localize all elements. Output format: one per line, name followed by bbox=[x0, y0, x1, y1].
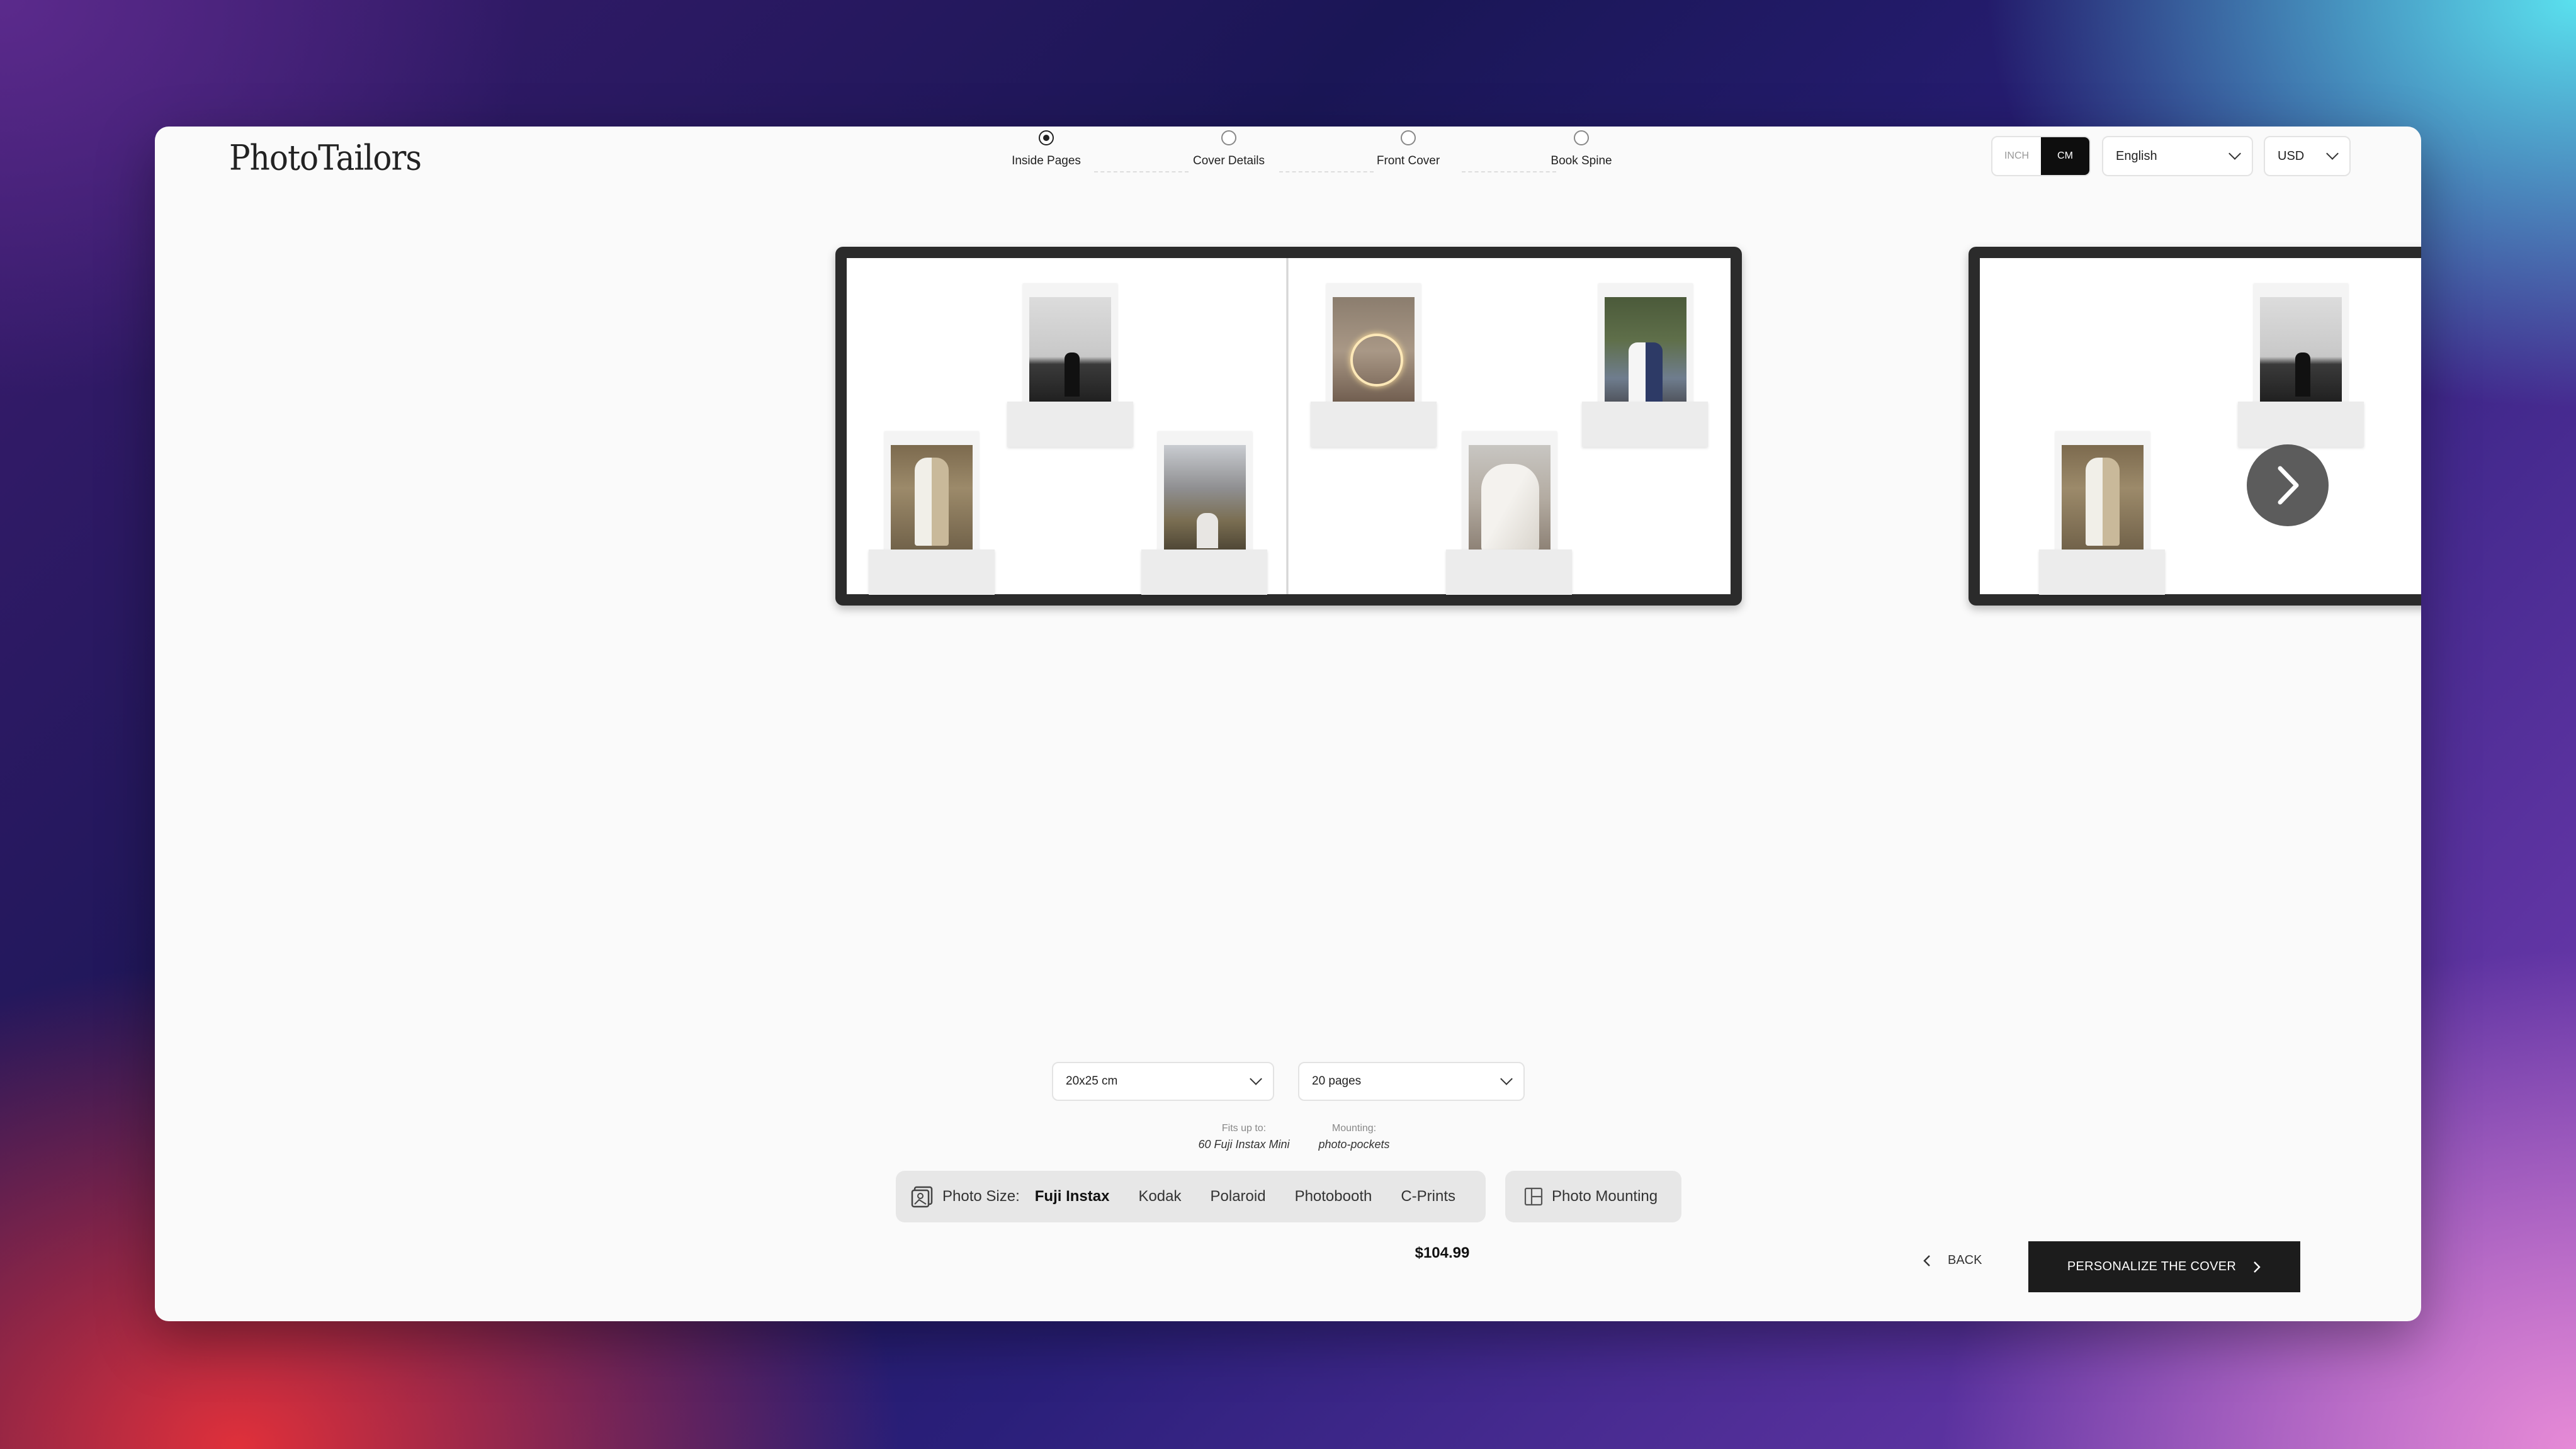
photo-pocket bbox=[1446, 550, 1572, 595]
photo-size-option-kodak[interactable]: Kodak bbox=[1138, 1188, 1181, 1205]
photo-size-label: Photo Size: bbox=[942, 1188, 1020, 1205]
photo-image bbox=[2062, 445, 2144, 553]
mounting-label: Mounting: bbox=[1331, 1123, 1377, 1134]
language-select[interactable]: English bbox=[2102, 136, 2253, 176]
mounting-value: photo-pockets bbox=[1318, 1138, 1390, 1151]
step-connector bbox=[1094, 171, 1189, 172]
photo-size-option-polaroid[interactable]: Polaroid bbox=[1211, 1188, 1266, 1205]
page-divider bbox=[1286, 258, 1289, 594]
photo-slot bbox=[2055, 431, 2150, 560]
step-connector bbox=[1279, 171, 1374, 172]
photo-slot bbox=[1598, 283, 1693, 412]
chevron-down-icon bbox=[2229, 147, 2241, 160]
photo-slot bbox=[1158, 431, 1252, 560]
currency-select[interactable]: USD bbox=[2264, 136, 2351, 176]
photo-size-option-c-prints[interactable]: C-Prints bbox=[1401, 1188, 1455, 1205]
step-dot bbox=[1401, 130, 1416, 145]
photo-pocket bbox=[869, 550, 995, 595]
price: $104.99 bbox=[1415, 1244, 1470, 1261]
chevron-left-icon bbox=[1923, 1254, 1930, 1266]
chevron-right-icon bbox=[2278, 466, 2299, 505]
next-spread-preview bbox=[1969, 247, 2421, 606]
layout-icon bbox=[1524, 1187, 1543, 1206]
photo-pocket bbox=[1311, 402, 1437, 447]
photo-size-option-fuji-instax[interactable]: Fuji Instax bbox=[1035, 1188, 1110, 1205]
unit-cm-button[interactable]: CM bbox=[2041, 137, 2089, 175]
currency-value: USD bbox=[2278, 149, 2305, 163]
back-button[interactable]: BACK bbox=[1923, 1253, 1982, 1268]
fits-value: 60 Fuji Instax Mini bbox=[1198, 1138, 1290, 1151]
app-window: PhotoTailors Inside Pages Cover Details … bbox=[155, 127, 2421, 1321]
mounting-info: Mounting: photo-pockets bbox=[1307, 1123, 1401, 1151]
photo-image bbox=[1029, 297, 1111, 405]
pages-select[interactable]: 20 pages bbox=[1298, 1062, 1525, 1101]
unit-inch-button[interactable]: INCH bbox=[1992, 137, 2041, 175]
step-connector bbox=[1462, 171, 1556, 172]
photo-image bbox=[1605, 297, 1686, 405]
unit-toggle: INCH CM bbox=[1991, 136, 2091, 176]
size-value: 20x25 cm bbox=[1066, 1074, 1118, 1088]
chevron-down-icon bbox=[2326, 147, 2339, 160]
step-label: Inside Pages bbox=[1012, 154, 1081, 167]
photo-image bbox=[891, 445, 973, 553]
photo-pocket bbox=[1007, 402, 1133, 447]
step-front-cover[interactable]: Front Cover bbox=[1345, 130, 1471, 168]
photo-image bbox=[1469, 445, 1551, 553]
photo-slot bbox=[2254, 283, 2348, 412]
next-spread-button[interactable] bbox=[2247, 444, 2329, 526]
step-dot bbox=[1574, 130, 1589, 145]
progress-stepper: Inside Pages Cover Details Front Cover B… bbox=[983, 130, 1802, 187]
step-label: Cover Details bbox=[1192, 154, 1265, 167]
photo-slot bbox=[884, 431, 979, 560]
photo-pocket bbox=[1582, 402, 1708, 447]
size-select[interactable]: 20x25 cm bbox=[1052, 1062, 1274, 1101]
step-inside-pages[interactable]: Inside Pages bbox=[983, 130, 1109, 168]
photo-slot bbox=[1462, 431, 1557, 560]
album-spread-preview bbox=[835, 247, 1742, 606]
step-dot-active bbox=[1039, 130, 1054, 145]
step-book-spine[interactable]: Book Spine bbox=[1518, 130, 1644, 168]
photo-image bbox=[2260, 297, 2342, 405]
personalize-cover-label: PERSONALIZE THE COVER bbox=[2067, 1260, 2237, 1273]
step-cover-details[interactable]: Cover Details bbox=[1166, 130, 1292, 168]
photo-pocket bbox=[2039, 550, 2165, 595]
photo-pocket bbox=[2238, 402, 2364, 447]
personalize-cover-button[interactable]: PERSONALIZE THE COVER bbox=[2028, 1241, 2300, 1292]
step-label: Book Spine bbox=[1551, 154, 1612, 167]
photo-slot bbox=[1326, 283, 1421, 412]
chevron-down-icon bbox=[1500, 1073, 1513, 1085]
photo-slot bbox=[1023, 283, 1117, 412]
photo-size-option-photobooth[interactable]: Photobooth bbox=[1295, 1188, 1372, 1205]
step-label: Front Cover bbox=[1376, 154, 1440, 167]
fits-label: Fits up to: bbox=[1221, 1123, 1267, 1134]
photo-stack-icon bbox=[911, 1186, 933, 1208]
logo[interactable]: PhotoTailors bbox=[229, 138, 422, 178]
back-label: BACK bbox=[1948, 1253, 1982, 1267]
pages-value: 20 pages bbox=[1312, 1074, 1362, 1088]
step-dot bbox=[1221, 130, 1236, 145]
photo-mounting-label: Photo Mounting bbox=[1552, 1188, 1658, 1205]
photo-mounting-button[interactable]: Photo Mounting bbox=[1505, 1171, 1681, 1222]
photo-image bbox=[1164, 445, 1246, 553]
photo-size-selector: Photo Size: Fuji Instax Kodak Polaroid P… bbox=[896, 1171, 1486, 1222]
photo-pocket bbox=[1141, 550, 1267, 595]
fits-info: Fits up to: 60 Fuji Instax Mini bbox=[1187, 1123, 1301, 1151]
chevron-down-icon bbox=[1250, 1073, 1262, 1085]
chevron-right-icon bbox=[2254, 1261, 2261, 1273]
photo-image bbox=[1333, 297, 1415, 405]
language-value: English bbox=[2116, 149, 2157, 163]
